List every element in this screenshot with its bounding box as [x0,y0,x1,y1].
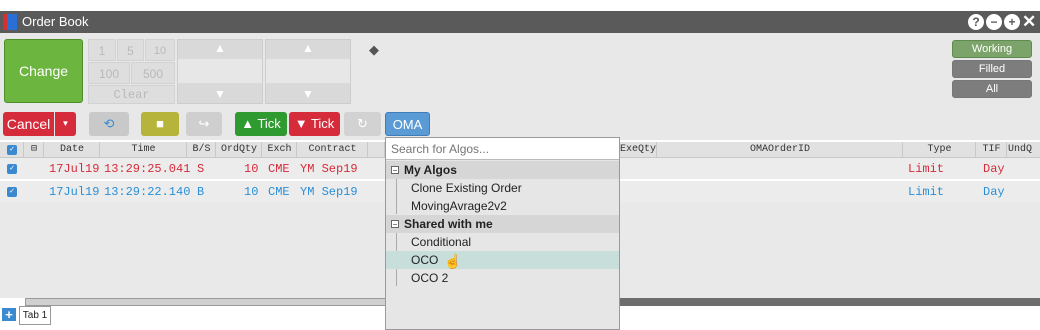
header-bs[interactable]: B/S [188,142,216,158]
header-exeqty[interactable]: ExeQty [620,142,657,158]
cell-time: 13:29:22.140 [104,185,191,199]
group-my-algos[interactable]: − My Algos [386,161,619,179]
check-icon: ✓ [7,164,17,174]
cell-type: Limit [908,185,945,199]
price2-up-icon[interactable]: ▲ [265,41,351,55]
check-icon: ✓ [7,187,17,197]
group-shared-with-me[interactable]: − Shared with me [386,215,619,233]
price2-input[interactable] [266,59,350,83]
cell-qty: 10 [244,162,259,176]
header-exch[interactable]: Exch [263,142,297,158]
header-tif[interactable]: TIF [977,142,1007,158]
header-contract[interactable]: Contract [298,142,368,158]
collapse-icon[interactable]: − [391,166,399,175]
cell-exch: CME [268,185,290,199]
algo-search-input[interactable] [386,138,619,160]
price1-down-icon[interactable]: ▼ [177,87,263,101]
qty-preset-10[interactable]: 10 [145,39,175,61]
algo-item-movingavrage2v2[interactable]: MovingAvrage2v2 [386,197,619,215]
header-select-all[interactable]: ✓ [0,142,24,158]
algo-item-label: MovingAvrage2v2 [411,199,507,213]
cell-contract: YM Sep19 [300,185,358,199]
tick-down-label: Tick [310,116,335,131]
caret-down-icon: ▼ [294,116,308,131]
algo-item-oco[interactable]: OCO ☝ [386,251,619,269]
stop-icon[interactable]: ■ [141,112,179,136]
header-type[interactable]: Type [904,142,976,158]
algo-item-clone-existing-order[interactable]: Clone Existing Order [386,179,619,197]
filled-filter-button[interactable]: Filled [952,60,1032,78]
header-hidden[interactable] [369,142,385,158]
cell-qty: 10 [244,185,259,199]
cancel-button[interactable]: Cancel [3,112,54,136]
group-label: My Algos [404,163,457,177]
add-tab-icon[interactable]: + [2,308,16,321]
cancel-dropdown-icon[interactable]: ▼ [55,112,76,136]
qty-preset-500[interactable]: 500 [131,62,175,84]
cell-time: 13:29:25.041 [104,162,191,176]
caret-up-icon: ▲ [241,116,255,131]
cell-date: 17Jul19 [49,185,100,199]
cell-tif: Day [983,185,1005,199]
row-checkbox[interactable]: ✓ [7,158,17,180]
price2-down-icon[interactable]: ▼ [265,87,351,101]
price1-up-icon[interactable]: ▲ [177,41,263,55]
algo-item-label: Conditional [411,235,472,249]
cell-tif: Day [983,162,1005,176]
clear-qty-button[interactable]: Clear [88,85,175,104]
row-checkbox[interactable]: ✓ [7,181,17,203]
scrollbar-thumb[interactable] [619,298,1040,306]
change-button[interactable]: Change [4,39,83,103]
order-toolbar: Change 1 5 10 100 500 Clear ▲ ▼ ▲ ▼ ◆ Wo… [0,33,1040,108]
cell-date: 17Jul19 [49,162,100,176]
check-icon: ✓ [7,145,17,155]
close-icon[interactable]: ✕ [1022,13,1036,31]
header-date[interactable]: Date [45,142,100,158]
history-icon[interactable]: ⟲ [89,112,129,136]
algo-item-oco-2[interactable]: OCO 2 [386,269,619,287]
algo-item-label: Clone Existing Order [411,181,522,195]
header-undq[interactable]: UndQ [1008,142,1040,158]
header-collapse[interactable]: ⊟ [25,142,44,158]
action-bar: Cancel ▼ ⟲ ■ ↪ ▲ Tick ▼ Tick ↻ OMA [0,108,1040,140]
tick-down-button[interactable]: ▼ Tick [289,112,340,136]
price1-input[interactable] [178,59,262,83]
cell-bs: S [197,162,205,176]
working-filter-button[interactable]: Working [952,40,1032,58]
group-label: Shared with me [404,217,493,231]
algo-item-conditional[interactable]: Conditional [386,233,619,251]
tick-up-label: Tick [257,116,281,131]
cell-type: Limit [908,162,945,176]
window-title: Order Book [22,14,89,29]
order-book-icon [3,14,17,30]
hand-cursor-icon: ☝ [444,253,462,269]
all-filter-button[interactable]: All [952,80,1032,98]
tick-up-button[interactable]: ▲ Tick [235,112,287,136]
cell-bs: B [197,185,205,199]
header-ordqty[interactable]: OrdQty [217,142,262,158]
title-bar: Order Book ? − + ✕ [0,11,1040,33]
qty-preset-100[interactable]: 100 [88,62,130,84]
reload-icon[interactable]: ↻ [344,112,381,136]
header-omaorderid[interactable]: OMAOrderID [658,142,903,158]
maximize-icon[interactable]: + [1004,14,1020,30]
cell-contract: YM Sep19 [300,162,358,176]
oma-button[interactable]: OMA [385,112,430,136]
algo-item-label: OCO 2 [411,271,449,285]
algo-item-label: OCO [411,253,439,267]
tags-icon[interactable]: ◆ [369,42,379,58]
collapse-icon[interactable]: − [391,220,399,229]
redo-icon[interactable]: ↪ [186,112,222,136]
minimize-icon[interactable]: − [986,14,1002,30]
cell-exch: CME [268,162,290,176]
qty-preset-5[interactable]: 5 [117,39,144,61]
qty-preset-1[interactable]: 1 [88,39,116,61]
header-time[interactable]: Time [101,142,187,158]
tab-1[interactable]: Tab 1 [19,306,51,325]
help-icon[interactable]: ? [968,14,984,30]
